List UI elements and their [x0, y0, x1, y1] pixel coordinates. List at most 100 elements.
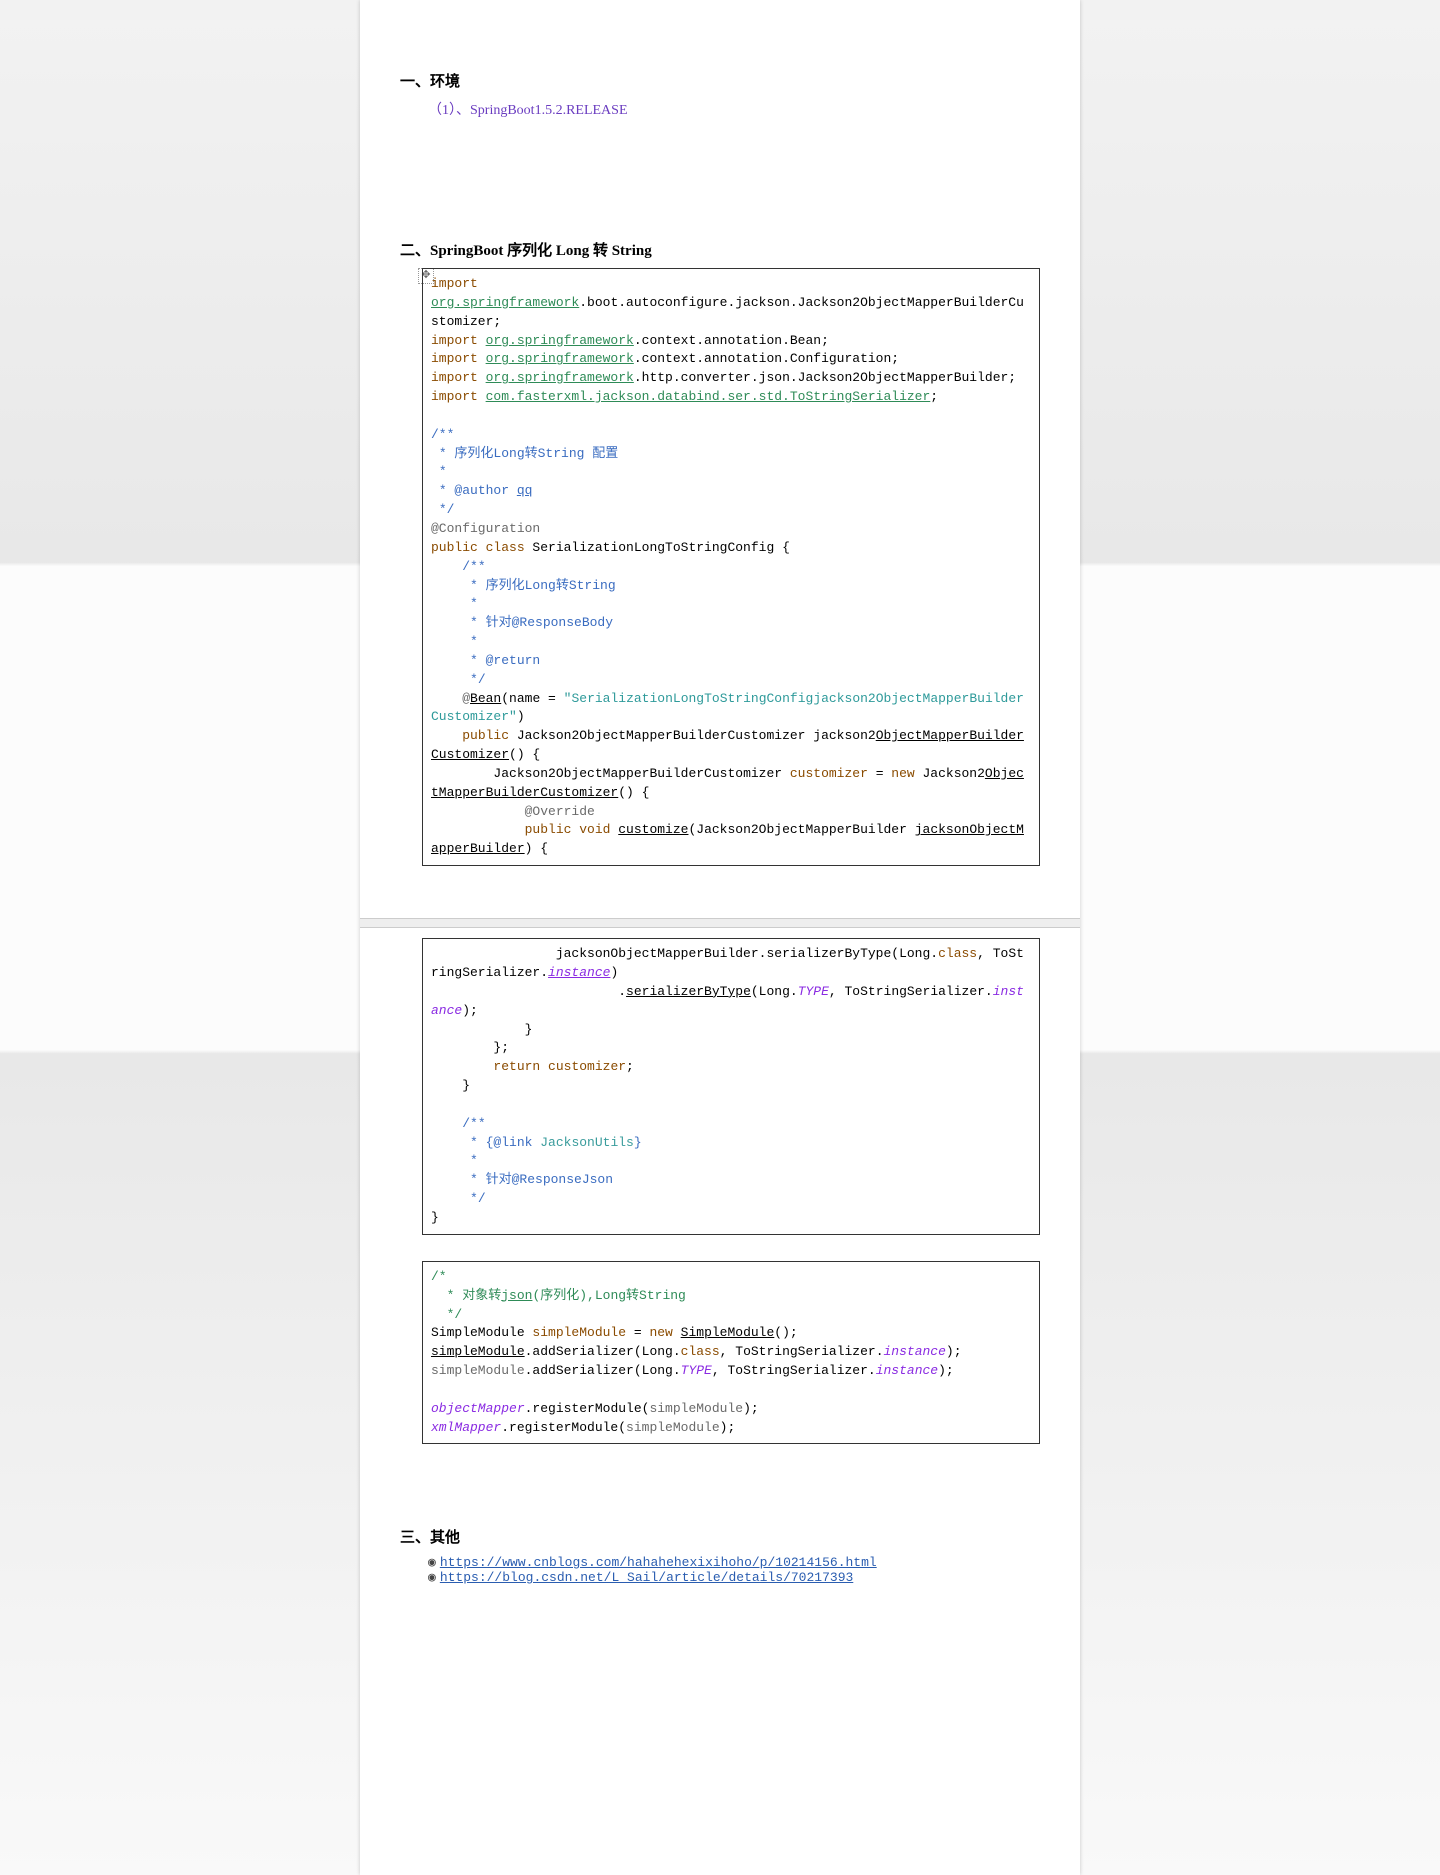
txt: Jackson2	[915, 766, 985, 781]
kw: public	[431, 728, 509, 743]
field: instance	[884, 1344, 946, 1359]
txt: );	[743, 1401, 759, 1416]
txt: (Jackson2ObjectMapperBuilder	[688, 822, 914, 837]
comment: */	[431, 1307, 462, 1322]
page-2: jacksonObjectMapperBuilder.serializerByT…	[360, 928, 1080, 1875]
txt	[673, 1325, 681, 1340]
kw: class	[681, 1344, 720, 1359]
txt: () {	[509, 747, 540, 762]
var: simpleModule	[431, 1363, 525, 1378]
txt: )	[517, 709, 525, 724]
txt: .http.converter.json.Jackson2ObjectMappe…	[634, 370, 1016, 385]
method: customize	[618, 822, 688, 837]
txt: .context.annotation.Bean;	[634, 333, 829, 348]
annotation: @Configuration	[431, 521, 540, 536]
comment: */	[431, 1191, 486, 1206]
comment: /**	[431, 1116, 486, 1131]
comment: * @author	[431, 483, 517, 498]
comment: * @return	[431, 653, 540, 668]
comment: *	[431, 596, 478, 611]
pkg: org.springframework	[486, 351, 634, 366]
pkg: com.fasterxml.jackson.databind.ser.std.T…	[486, 389, 931, 404]
section-3-title: 三、其他	[400, 1526, 1040, 1547]
method: serializerByType	[626, 984, 751, 999]
pkg: org.springframework	[486, 370, 634, 385]
txt: ;	[930, 389, 938, 404]
kw-new: new	[891, 766, 914, 781]
txt: (name =	[501, 691, 563, 706]
ctor: SimpleModule	[681, 1325, 775, 1340]
pkg: org.springframework	[431, 295, 579, 310]
txt: .addSerializer(Long.	[525, 1344, 681, 1359]
comment: *	[431, 464, 447, 479]
kw: return	[431, 1059, 548, 1074]
pkg: org.springframework	[486, 333, 634, 348]
annotation: @	[431, 691, 470, 706]
annotation: @Override	[431, 804, 595, 819]
txt: .context.annotation.Configuration;	[634, 351, 899, 366]
reference-link-1[interactable]: https://www.cnblogs.com/hahahehexixihoho…	[440, 1555, 877, 1570]
txt: , ToStringSerializer.	[712, 1363, 876, 1378]
link-row-2: ◉ https://blog.csdn.net/L_Sail/article/de…	[428, 1570, 1040, 1585]
comment: * 针对@ResponseBody	[431, 615, 613, 630]
txt: ();	[774, 1325, 797, 1340]
txt: );	[938, 1363, 954, 1378]
txt: Jackson2ObjectMapperBuilderCustomizer ja…	[509, 728, 876, 743]
page-break	[360, 918, 1080, 928]
comment: * 针对@ResponseJson	[431, 1172, 613, 1187]
comment: * {@link	[431, 1135, 540, 1150]
section-2-title: 二、SpringBoot 序列化 Long 转 String	[400, 239, 1040, 260]
comment: (序列化),Long转String	[532, 1288, 685, 1303]
comment: json	[501, 1288, 532, 1303]
kw: public void	[431, 822, 618, 837]
txt: ) {	[525, 841, 548, 856]
kw-import: import	[431, 276, 478, 291]
author: qq	[517, 483, 533, 498]
kw-import: import	[431, 351, 486, 366]
link-tag: JacksonUtils	[540, 1135, 634, 1150]
var: simpleModule	[626, 1420, 720, 1435]
comment: * 对象转	[431, 1288, 501, 1303]
comment: * 序列化Long转String 配置	[431, 446, 618, 461]
txt: .registerModule(	[501, 1420, 626, 1435]
reference-links: ◉ https://www.cnblogs.com/hahahehexixihoh…	[428, 1555, 1040, 1585]
var: customizer	[548, 1059, 626, 1074]
comment: /*	[431, 1269, 447, 1284]
txt: );	[946, 1344, 962, 1359]
txt: Jackson2ObjectMapperBuilderCustomizer	[431, 766, 790, 781]
kw: class	[938, 946, 977, 961]
bullet-icon: ◉	[428, 1570, 436, 1585]
kw: public class	[431, 540, 525, 555]
kw-new: new	[649, 1325, 672, 1340]
field: instance	[548, 965, 610, 980]
txt: }	[431, 1078, 470, 1093]
var: simpleModule	[532, 1325, 626, 1340]
code-block-2: jacksonObjectMapperBuilder.serializerByT…	[422, 938, 1040, 1235]
comment: * 序列化Long转String	[431, 578, 616, 593]
txt: );	[720, 1420, 736, 1435]
field: TYPE	[681, 1363, 712, 1378]
kw-import: import	[431, 370, 486, 385]
comment: *	[431, 1153, 478, 1168]
txt: ;	[626, 1059, 634, 1074]
txt: jacksonObjectMapperBuilder.serializerByT…	[431, 946, 938, 961]
txt: };	[431, 1040, 509, 1055]
txt: .	[431, 984, 626, 999]
var: objectMapper	[431, 1401, 525, 1416]
txt: , ToStringSerializer.	[829, 984, 993, 999]
code-block-3: /* * 对象转json(序列化),Long转String */ SimpleM…	[422, 1261, 1040, 1445]
comment: */	[431, 502, 454, 517]
bullet-icon: ◉	[428, 1555, 436, 1570]
var: simpleModule	[431, 1344, 525, 1359]
txt: , ToStringSerializer.	[720, 1344, 884, 1359]
field: TYPE	[798, 984, 829, 999]
comment: *	[431, 634, 478, 649]
txt: (Long.	[751, 984, 798, 999]
txt: () {	[618, 785, 649, 800]
reference-link-2[interactable]: https://blog.csdn.net/L_Sail/article/det…	[440, 1570, 853, 1585]
section-1-item: （1）、SpringBoot1.5.2.RELEASE	[428, 99, 1040, 119]
txt: }	[431, 1210, 439, 1225]
comment: */	[431, 672, 486, 687]
page-1: 一、环境 （1）、SpringBoot1.5.2.RELEASE 二、Sprin…	[360, 0, 1080, 918]
comment: /**	[431, 559, 486, 574]
